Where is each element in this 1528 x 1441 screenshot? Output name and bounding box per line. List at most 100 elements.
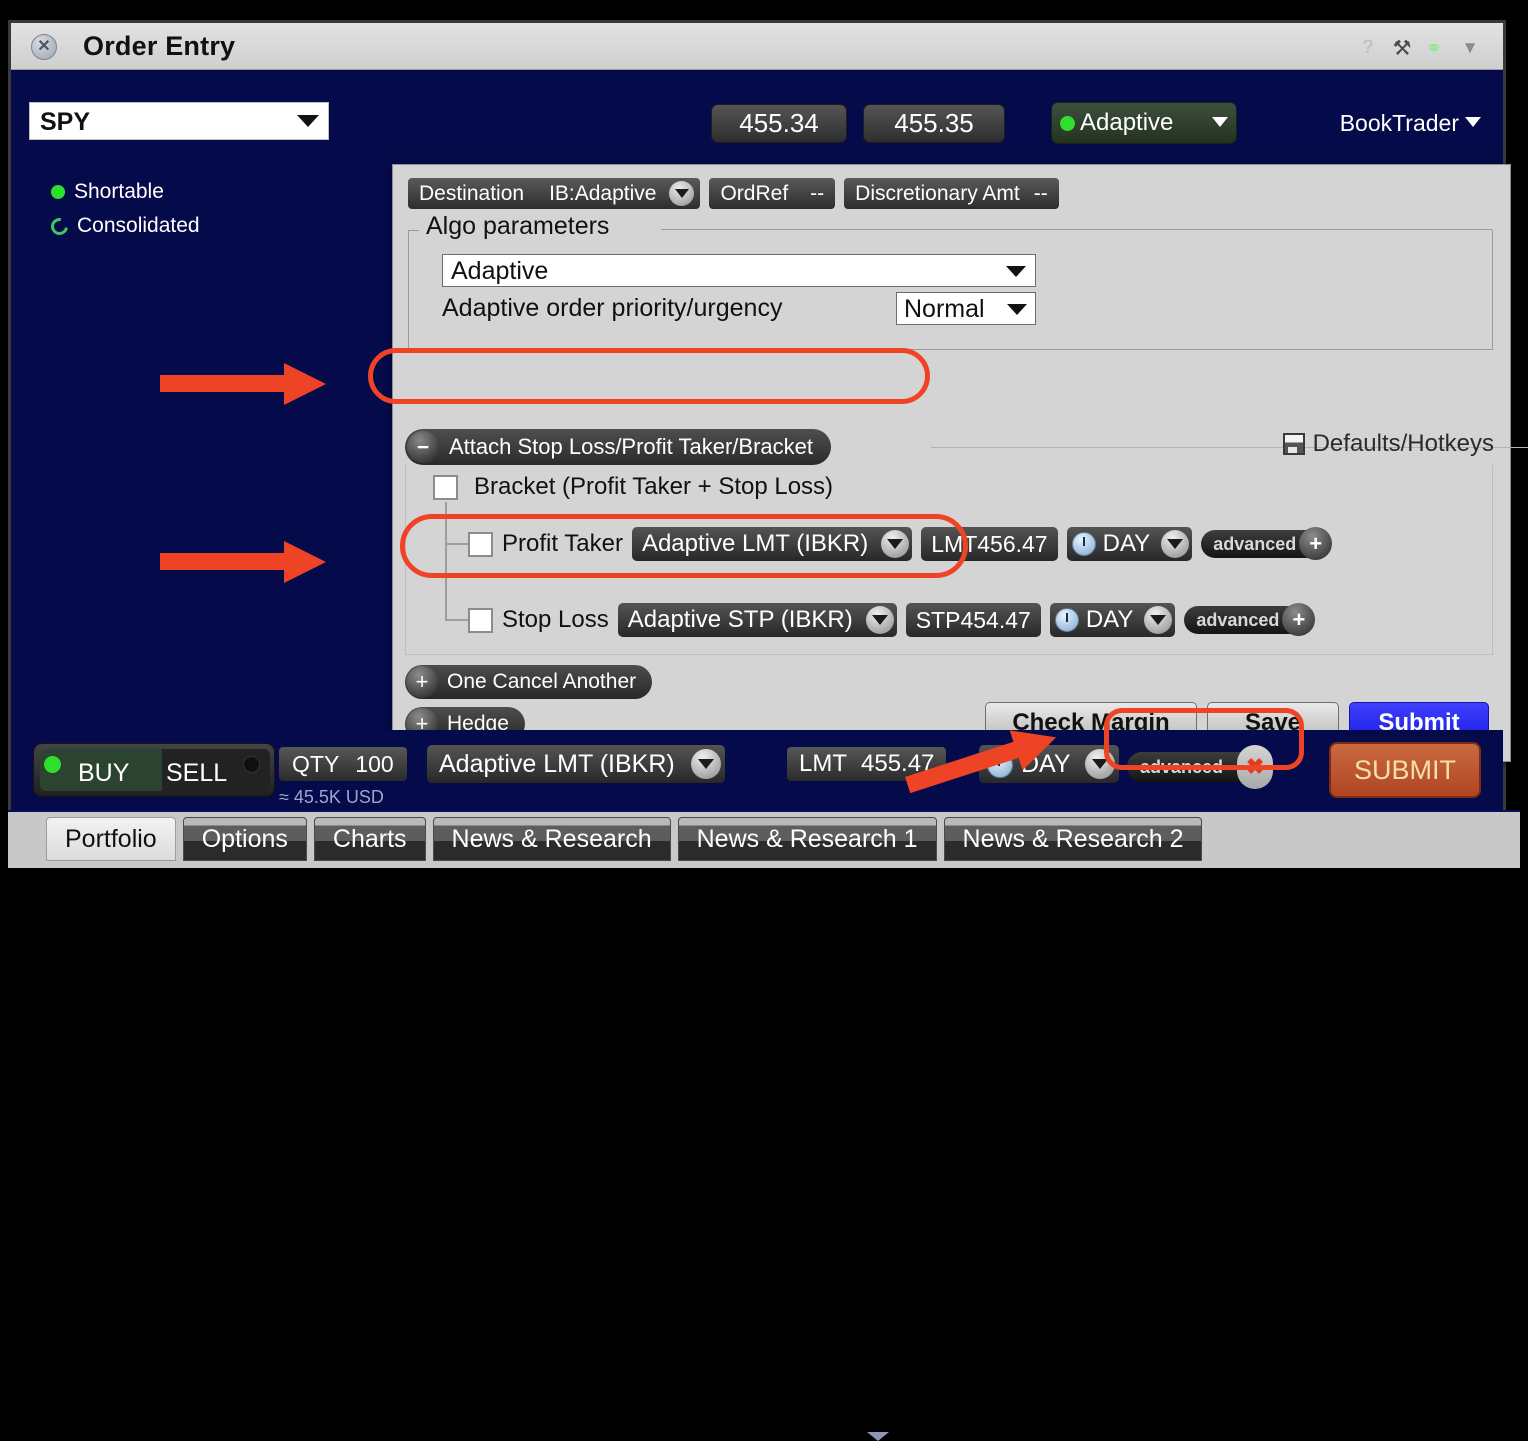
bid-price[interactable]: 455.34 (711, 104, 847, 143)
one-cancel-another-label: One Cancel Another (447, 670, 637, 693)
destination-label: Destination (419, 181, 525, 205)
chevron-down-icon[interactable] (297, 115, 319, 127)
adaptive-badge[interactable]: Adaptive (1051, 102, 1237, 144)
profit-taker-price[interactable]: LMT456.47 (921, 527, 1058, 561)
stop-loss-price[interactable]: STP454.47 (905, 603, 1041, 637)
algo-parameters-group: Algo parameters Adaptive Adaptive order … (408, 212, 1493, 350)
stop-loss-type-value: Adaptive STP (IBKR) (627, 606, 853, 633)
buy-led-icon (44, 756, 61, 773)
urgency-select[interactable]: Normal (896, 292, 1036, 325)
algo-strategy-select[interactable]: Adaptive (442, 254, 1036, 287)
profit-taker-type-value: Adaptive LMT (IBKR) (641, 530, 869, 557)
refresh-ring-icon (47, 214, 72, 238)
quantity-field[interactable]: QTY 100 (279, 747, 407, 781)
chevron-down-icon[interactable] (1084, 749, 1115, 779)
stop-loss-advanced-button[interactable]: advanced + (1184, 603, 1316, 636)
order-advanced-button[interactable]: advanced ✖ (1127, 745, 1274, 789)
tab-options[interactable]: Options (182, 817, 307, 861)
profit-taker-type-select[interactable]: Adaptive LMT (IBKR) (631, 527, 913, 561)
screenshot-root: ✕ Order Entry ? ⚒ ⚭ ▼ SPY Shortable Cons… (0, 0, 1528, 1441)
clock-icon (987, 752, 1013, 778)
plus-icon[interactable]: + (1299, 527, 1333, 560)
chevron-down-icon[interactable] (1161, 530, 1190, 558)
defaults-hotkeys-label: Defaults/Hotkeys (1312, 430, 1494, 457)
adaptive-badge-label: Adaptive (1080, 109, 1174, 136)
destination-row: Destination IB:Adaptive OrdRef -- Discre… (408, 178, 1059, 209)
close-icon[interactable]: ✕ (31, 34, 57, 60)
tab-portfolio[interactable]: Portfolio (46, 817, 176, 861)
order-price-field[interactable]: LMT 455.47 (787, 747, 947, 781)
order-type-value: Adaptive LMT (IBKR) (439, 749, 675, 778)
bottom-tab-strip: Portfolio Options Charts News & Research… (8, 810, 1520, 868)
attach-section-label: Attach Stop Loss/Profit Taker/Bracket (449, 434, 813, 459)
order-tif-select[interactable]: DAY (979, 745, 1119, 783)
ordref-field[interactable]: OrdRef -- (709, 178, 836, 209)
symbol-value: SPY (40, 108, 91, 136)
sell-label[interactable]: SELL (166, 759, 227, 788)
ordref-label: OrdRef (720, 181, 789, 205)
chevron-down-icon[interactable] (1007, 304, 1027, 315)
stop-loss-checkbox[interactable] (468, 607, 493, 633)
consolidated-label: Consolidated (77, 214, 200, 237)
window-body: SPY Shortable Consolidated 455.34 455.35… (11, 70, 1528, 762)
chevron-down-icon[interactable] (1144, 606, 1173, 634)
bracket-label: Bracket (Profit Taker + Stop Loss) (474, 473, 834, 500)
profit-taker-tif-value: DAY (1102, 530, 1151, 557)
close-icon[interactable]: ✖ (1237, 745, 1274, 789)
stop-loss-label: Stop Loss (502, 606, 609, 633)
chevron-down-icon[interactable] (1006, 266, 1026, 277)
chevron-down-icon[interactable] (669, 181, 695, 206)
approx-notional-value: ≈ 45.5K USD (279, 787, 384, 807)
tab-news-research-1[interactable]: News & Research 1 (677, 817, 937, 861)
help-icon[interactable]: ? (1355, 35, 1381, 61)
one-cancel-another-section[interactable]: + One Cancel Another (405, 665, 653, 699)
chevron-down-icon[interactable]: ▼ (1457, 35, 1483, 61)
ask-price[interactable]: 455.35 (863, 104, 1005, 143)
wrench-icon[interactable]: ⚒ (1389, 35, 1415, 61)
tab-news-research-2[interactable]: News & Research 2 (943, 817, 1203, 861)
chevron-down-icon[interactable] (690, 749, 721, 779)
buy-label[interactable]: BUY (78, 759, 129, 788)
panel-resize-handle[interactable] (867, 1432, 889, 1441)
stop-loss-advanced-label: advanced (1196, 609, 1280, 630)
attach-section-header[interactable]: − Attach Stop Loss/Profit Taker/Bracket (405, 429, 831, 465)
profit-taker-checkbox[interactable] (468, 531, 493, 557)
clock-icon (1054, 608, 1079, 632)
symbol-input[interactable]: SPY (29, 102, 329, 140)
chevron-down-icon[interactable] (865, 606, 894, 634)
order-advanced-label: advanced (1140, 756, 1224, 777)
clock-icon (1071, 532, 1096, 556)
tab-news-research[interactable]: News & Research (432, 817, 671, 861)
profit-taker-tif-select[interactable]: DAY (1066, 527, 1193, 561)
defaults-hotkeys-button[interactable]: Defaults/Hotkeys (1282, 430, 1494, 458)
algo-strategy-value: Adaptive (451, 257, 549, 285)
page-title: Order Entry (83, 31, 236, 61)
stop-loss-tif-select[interactable]: DAY (1049, 603, 1176, 637)
link-chain-icon[interactable]: ⚭ (1421, 35, 1447, 61)
buy-sell-toggle[interactable]: BUY SELL (33, 743, 275, 797)
shortable-label: Shortable (74, 180, 164, 203)
plus-icon[interactable]: + (406, 666, 438, 698)
order-submit-button[interactable]: SUBMIT (1329, 742, 1481, 798)
profit-taker-advanced-button[interactable]: advanced + (1201, 527, 1333, 560)
collapse-minus-icon[interactable]: − (407, 431, 439, 463)
bracket-checkbox[interactable] (433, 474, 458, 500)
profit-taker-label: Profit Taker (502, 530, 623, 557)
green-dot-icon (51, 185, 65, 199)
destination-selector[interactable]: Destination IB:Adaptive (408, 178, 701, 209)
order-type-select[interactable]: Adaptive LMT (IBKR) (427, 745, 725, 783)
bracket-checkbox-row[interactable]: Bracket (Profit Taker + Stop Loss) (433, 473, 833, 501)
quantity-value: 100 (355, 750, 394, 777)
discretionary-amt-field[interactable]: Discretionary Amt -- (844, 178, 1059, 209)
chevron-down-icon[interactable] (1212, 117, 1228, 127)
order-price-value: 455.47 (861, 750, 935, 777)
chevron-down-icon[interactable] (881, 530, 910, 558)
stop-loss-type-select[interactable]: Adaptive STP (IBKR) (617, 603, 897, 637)
profit-taker-advanced-label: advanced (1213, 533, 1297, 554)
tab-charts[interactable]: Charts (313, 817, 426, 861)
chevron-down-icon[interactable] (1465, 117, 1481, 127)
status-consolidated: Consolidated (47, 214, 200, 238)
ordref-value: -- (810, 181, 825, 205)
booktrader-label[interactable]: BookTrader (1340, 110, 1459, 137)
group-border-line (661, 229, 1492, 230)
